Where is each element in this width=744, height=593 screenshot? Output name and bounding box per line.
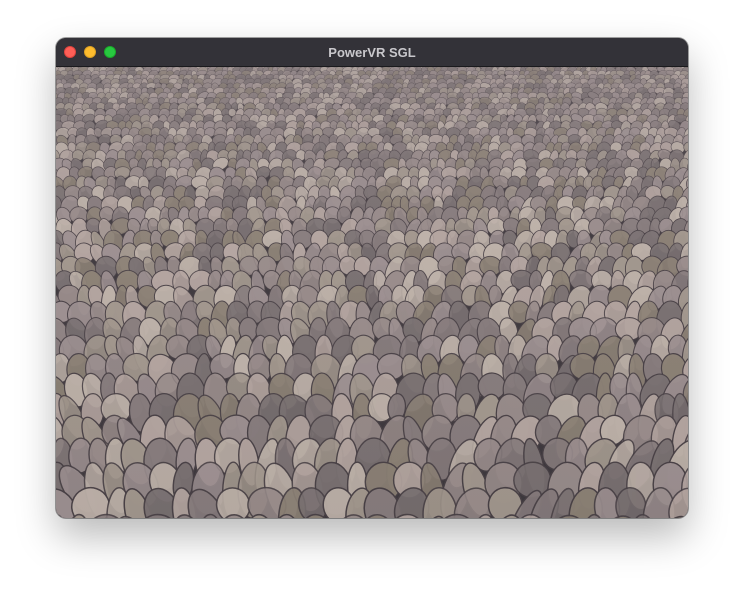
cobblestone-floor-render bbox=[56, 67, 688, 518]
app-window: PowerVR SGL bbox=[56, 38, 688, 518]
render-viewport[interactable] bbox=[56, 67, 688, 518]
title-bar[interactable]: PowerVR SGL bbox=[56, 38, 688, 67]
window-title: PowerVR SGL bbox=[328, 45, 416, 60]
